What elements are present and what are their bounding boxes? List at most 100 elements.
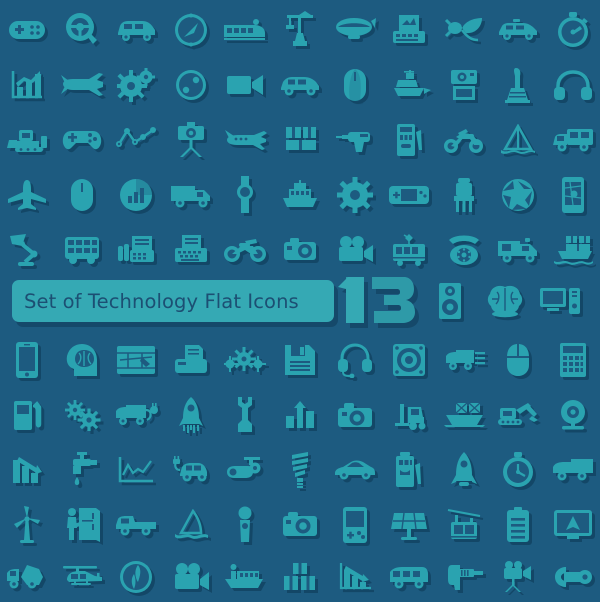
desk-lamp-icon[interactable] (0, 222, 55, 277)
zeppelin-icon[interactable] (327, 2, 382, 57)
stopwatch-icon[interactable] (545, 2, 600, 57)
vintage-camera-icon[interactable] (273, 222, 328, 277)
suv-icon[interactable] (109, 2, 164, 57)
cfl-bulb-icon[interactable] (273, 442, 328, 497)
audio-speaker-icon[interactable] (382, 332, 437, 387)
wrench-icon[interactable] (218, 387, 273, 442)
head-brain-icon[interactable] (55, 332, 110, 387)
excavator-icon[interactable] (491, 387, 546, 442)
train-icon[interactable] (218, 2, 273, 57)
battery-icon[interactable] (491, 497, 546, 552)
electric-truck-icon[interactable] (109, 387, 164, 442)
falling-chart-icon[interactable] (327, 552, 382, 602)
desktop-computer-icon[interactable] (532, 275, 587, 327)
webcam-icon[interactable] (545, 387, 600, 442)
printer-icon[interactable] (164, 332, 219, 387)
photo-camera-icon[interactable] (436, 57, 491, 112)
tram-icon[interactable] (382, 222, 437, 277)
drill-gun-icon[interactable] (436, 552, 491, 602)
video-camera-icon[interactable] (218, 57, 273, 112)
double-decker-bus-icon[interactable] (55, 222, 110, 277)
instant-camera-icon[interactable] (327, 387, 382, 442)
gps-phone-icon[interactable] (545, 167, 600, 222)
game-controller-icon[interactable] (55, 112, 110, 167)
minibus-icon[interactable] (382, 552, 437, 602)
sedan-car-icon[interactable] (327, 442, 382, 497)
scooter-icon[interactable] (436, 112, 491, 167)
delivery-truck-icon[interactable] (164, 167, 219, 222)
cogwheels-icon[interactable] (55, 387, 110, 442)
movie-camera-icon[interactable] (164, 552, 219, 602)
electric-car-icon[interactable] (164, 442, 219, 497)
headphones-icon[interactable] (545, 57, 600, 112)
jet-plane-icon[interactable] (218, 112, 273, 167)
pocket-watch-icon[interactable] (491, 442, 546, 497)
tripod-camera-icon[interactable] (491, 552, 546, 602)
gear-icon[interactable] (327, 167, 382, 222)
cargo-boxes-icon[interactable] (273, 112, 328, 167)
cement-mixer-icon[interactable] (0, 552, 55, 602)
line-chart-icon[interactable] (109, 112, 164, 167)
crane-icon[interactable] (273, 2, 328, 57)
wind-turbine-icon[interactable] (0, 497, 55, 552)
sailing-boat-icon[interactable] (164, 497, 219, 552)
forklift-icon[interactable] (382, 387, 437, 442)
camera-tripod-icon[interactable] (164, 112, 219, 167)
snowflake-gears-icon[interactable] (218, 332, 273, 387)
gears-icon[interactable] (109, 57, 164, 112)
eco-plug-icon[interactable] (436, 2, 491, 57)
rocket-booster-icon[interactable] (436, 167, 491, 222)
portable-console-icon[interactable] (327, 497, 382, 552)
handheld-console-icon[interactable] (382, 167, 437, 222)
steering-wheel-icon[interactable] (55, 2, 110, 57)
joystick-icon[interactable] (491, 57, 546, 112)
compass-clock-icon[interactable] (164, 2, 219, 57)
compass-dial-icon[interactable] (109, 552, 164, 602)
helicopter-icon[interactable] (55, 552, 110, 602)
compass-navigation-icon[interactable] (164, 57, 219, 112)
space-rocket-icon[interactable] (436, 442, 491, 497)
headset-icon[interactable] (327, 332, 382, 387)
microphone-icon[interactable] (218, 497, 273, 552)
refrigerator-person-icon[interactable] (55, 497, 110, 552)
bulldozer-icon[interactable] (0, 112, 55, 167)
fuel-dispenser-icon[interactable] (0, 387, 55, 442)
floppy-disk-icon[interactable] (273, 332, 328, 387)
yacht-icon[interactable] (382, 57, 437, 112)
car-icon[interactable] (273, 57, 328, 112)
water-tap-icon[interactable] (55, 442, 110, 497)
wristwatch-icon[interactable] (218, 167, 273, 222)
container-ship-icon[interactable] (545, 222, 600, 277)
ambulance-icon[interactable] (491, 222, 546, 277)
graph-axes-icon[interactable] (109, 442, 164, 497)
gas-pump-icon[interactable] (382, 112, 437, 167)
airplane-top-icon[interactable] (0, 167, 55, 222)
gamepad-icon[interactable] (0, 2, 55, 57)
airplane-icon[interactable] (55, 57, 110, 112)
security-camera-icon[interactable] (218, 442, 273, 497)
cable-car-icon[interactable] (436, 497, 491, 552)
camera-aperture-icon[interactable] (491, 167, 546, 222)
calculator-icon[interactable] (545, 332, 600, 387)
retro-camera-icon[interactable] (273, 497, 328, 552)
film-camera-icon[interactable] (327, 222, 382, 277)
petrol-pump-icon[interactable] (382, 442, 437, 497)
pickup-truck-icon[interactable] (109, 497, 164, 552)
declining-bar-chart-icon[interactable] (0, 442, 55, 497)
cruise-ship-icon[interactable] (273, 167, 328, 222)
mouse-icon[interactable] (55, 167, 110, 222)
navigation-monitor-icon[interactable] (545, 497, 600, 552)
wireless-mouse-icon[interactable] (491, 332, 546, 387)
power-drill-icon[interactable] (327, 112, 382, 167)
rocket-icon[interactable] (164, 387, 219, 442)
typewriter-printer-icon[interactable] (382, 2, 437, 57)
eco-chart-icon[interactable] (273, 387, 328, 442)
cargo-barge-icon[interactable] (436, 387, 491, 442)
freight-ship-icon[interactable] (218, 552, 273, 602)
bar-chart-growth-icon[interactable] (0, 57, 55, 112)
brain-icon[interactable] (477, 275, 532, 327)
typewriter-icon[interactable] (164, 222, 219, 277)
spanner-icon[interactable] (545, 552, 600, 602)
police-car-icon[interactable] (491, 2, 546, 57)
speaker-icon[interactable] (422, 275, 477, 327)
